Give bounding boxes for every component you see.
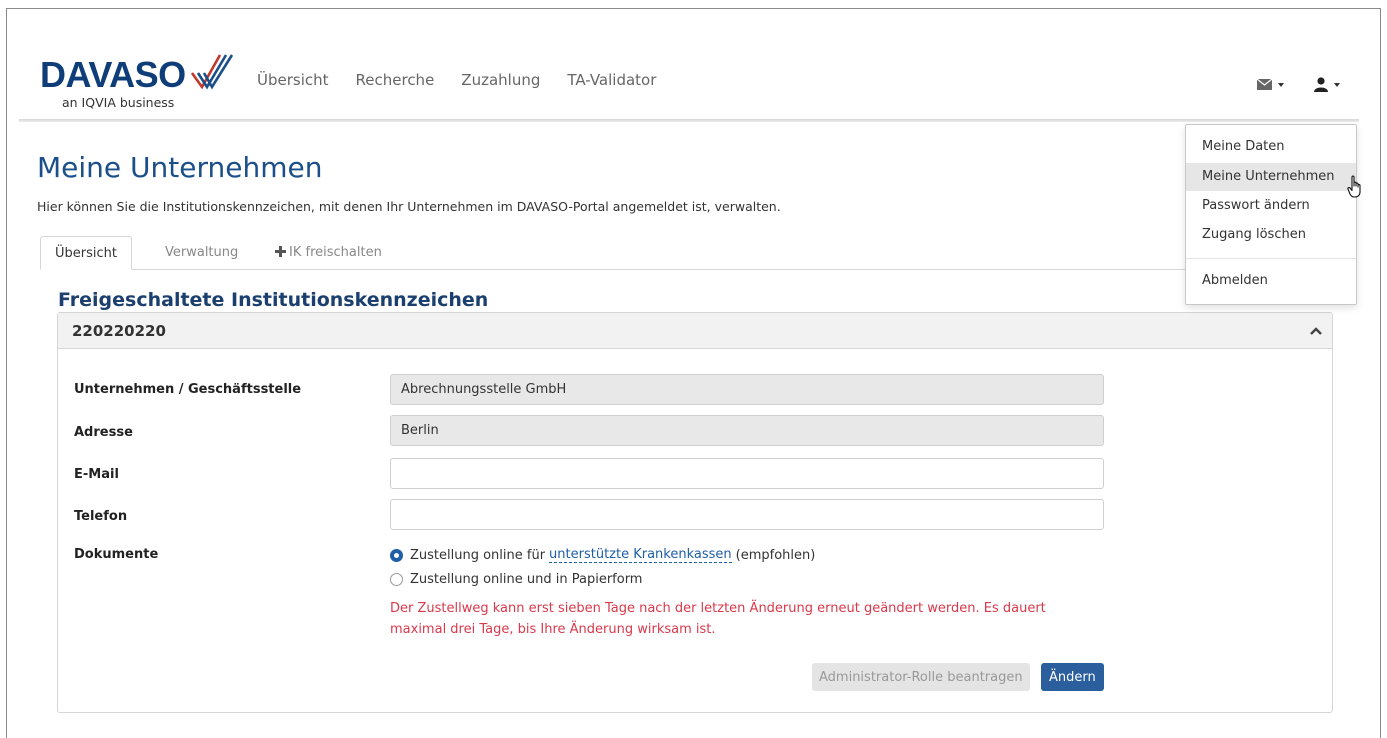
menu-item-meine-unternehmen[interactable]: Meine Unternehmen [1186, 163, 1356, 191]
menu-item-zugang-loeschen[interactable]: Zugang löschen [1186, 221, 1356, 249]
phone-label: Telefon [74, 509, 128, 524]
logo-check-icon [190, 54, 234, 90]
email-label: E-Mail [74, 467, 119, 482]
chevron-up-icon [1310, 326, 1322, 335]
radio-paper-unselected[interactable] [390, 573, 403, 586]
menu-divider [1186, 258, 1356, 259]
menu-item-passwort-aendern[interactable]: Passwort ändern [1186, 192, 1356, 220]
radio-online-prefix: Zustellung online für [410, 547, 546, 563]
browser-frame: DAVASO an IQVIA business Übersicht Reche… [6, 8, 1381, 738]
ik-number: 220220220 [72, 321, 166, 340]
tab-bar: Übersicht Verwaltung IK freischalten [40, 236, 1332, 270]
page-description: Hier können Sie die Institutionskennzeic… [37, 199, 781, 214]
documents-label: Dokumente [74, 547, 159, 562]
phone-input[interactable] [390, 499, 1104, 530]
header-actions [1257, 77, 1340, 92]
caret-down-icon [1334, 82, 1340, 87]
top-header: DAVASO an IQVIA business Übersicht Reche… [7, 9, 1380, 119]
ik-panel: 220220220 Unternehmen / Geschäftsstelle … [57, 312, 1333, 713]
header-divider [19, 119, 1359, 122]
menu-item-abmelden[interactable]: Abmelden [1186, 267, 1356, 295]
nav-uebersicht[interactable]: Übersicht [257, 71, 329, 89]
tab-label: IK freischalten [289, 245, 382, 260]
radio-option-paper[interactable]: Zustellung online und in Papierform [390, 572, 642, 587]
menu-item-meine-daten[interactable]: Meine Daten [1186, 133, 1356, 161]
user-icon [1314, 77, 1328, 92]
hand-cursor-icon [1347, 175, 1361, 198]
radio-paper-label: Zustellung online und in Papierform [410, 572, 643, 587]
radio-option-online[interactable]: Zustellung online für unterstützte Krank… [390, 547, 815, 563]
logo-wordmark: DAVASO [40, 54, 186, 95]
envelope-icon [1257, 79, 1272, 90]
user-dropdown-menu: Meine Daten Meine Unternehmen Passwort ä… [1185, 124, 1357, 305]
caret-down-icon [1278, 82, 1284, 87]
main-nav: Übersicht Recherche Zuzahlung TA-Validat… [257, 71, 683, 89]
request-admin-role-button[interactable]: Administrator-Rolle beantragen [812, 663, 1030, 691]
address-label: Adresse [74, 425, 133, 440]
logo-tagline: an IQVIA business [62, 95, 175, 110]
section-title: Freigeschaltete Institutionskennzeichen [58, 289, 489, 311]
tab-label: Übersicht [55, 246, 117, 261]
change-button[interactable]: Ändern [1041, 663, 1104, 691]
messages-dropdown-toggle[interactable] [1257, 79, 1284, 90]
radio-online-suffix: (empfohlen) [735, 547, 816, 563]
supported-insurers-link[interactable]: unterstützte Krankenkassen [549, 547, 732, 563]
nav-recherche[interactable]: Recherche [356, 71, 435, 89]
nav-ta-validator[interactable]: TA-Validator [567, 71, 656, 89]
nav-zuzahlung[interactable]: Zuzahlung [461, 71, 540, 89]
panel-header[interactable]: 220220220 [58, 313, 1332, 349]
radio-online-selected[interactable] [390, 548, 403, 562]
tab-verwaltung[interactable]: Verwaltung [151, 236, 252, 270]
davaso-logo[interactable]: DAVASO an IQVIA business [40, 54, 240, 111]
email-input[interactable] [390, 458, 1104, 489]
company-field: Abrechnungsstelle GmbH [390, 374, 1104, 405]
user-dropdown-toggle[interactable] [1314, 77, 1340, 92]
tab-label: Verwaltung [165, 245, 239, 260]
tab-uebersicht[interactable]: Übersicht [40, 236, 132, 270]
company-label: Unternehmen / Geschäftsstelle [74, 382, 302, 397]
address-field: Berlin [390, 415, 1104, 446]
plus-icon [275, 246, 286, 257]
tab-ik-freischalten[interactable]: IK freischalten [261, 236, 396, 270]
page-title: Meine Unternehmen [37, 151, 323, 184]
delivery-warning: Der Zustellweg kann erst sieben Tage nac… [390, 601, 1046, 637]
collapse-toggle[interactable] [1300, 313, 1332, 349]
